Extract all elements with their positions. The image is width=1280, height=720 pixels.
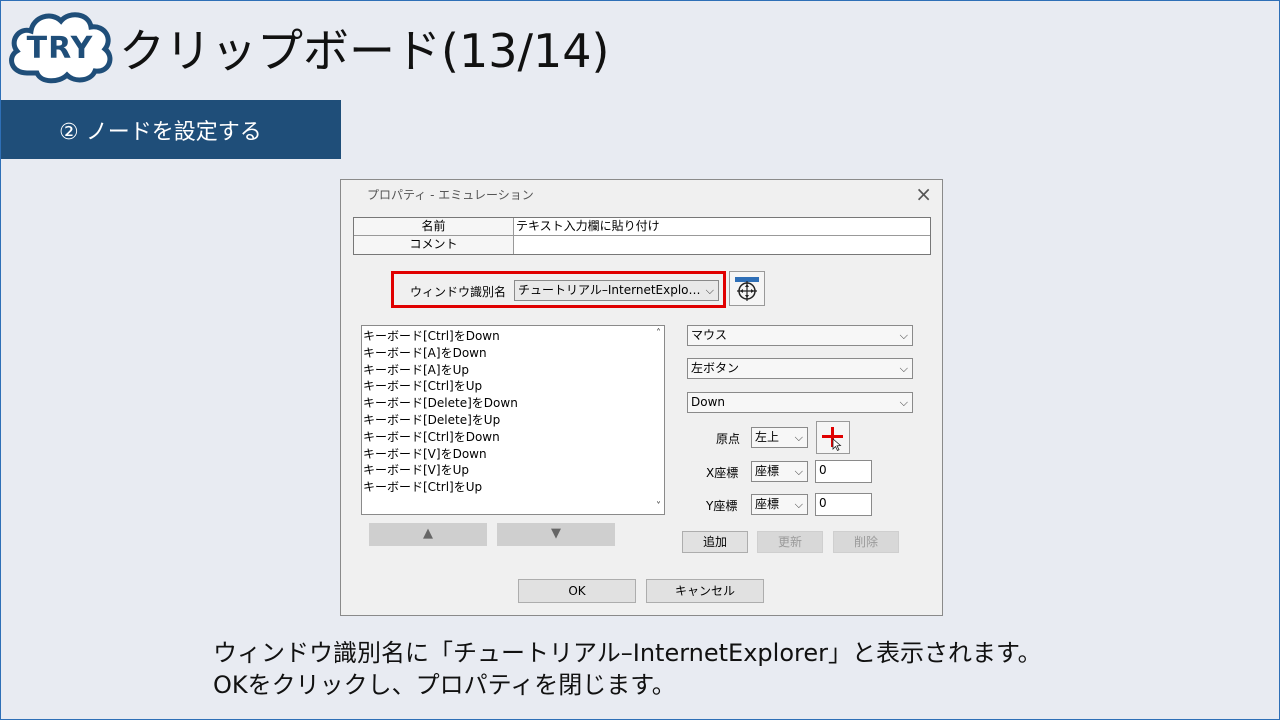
mouse-button-select[interactable]: 左ボタン ⌵: [687, 358, 913, 379]
action-list-items: キーボード[Ctrl]をDown キーボード[A]をDown キーボード[A]をUp…: [363, 328, 518, 496]
chevron-down-icon: ⌵: [899, 329, 908, 342]
name-field[interactable]: テキスト入力欄に貼り付け: [514, 218, 930, 235]
move-up-button[interactable]: ▲: [369, 523, 487, 546]
crosshair-target-icon: [735, 276, 759, 301]
mouse-button-value: 左ボタン: [691, 361, 740, 375]
y-coordinate-label: Y座標: [706, 499, 738, 513]
step-label: ② ノードを設定する: [59, 119, 262, 145]
window-identifier-select[interactable]: チュートリアル–InternetExplo… ⌵: [514, 280, 719, 301]
list-item[interactable]: キーボード[A]をDown: [363, 345, 518, 362]
event-value: Down: [691, 395, 726, 409]
window-picker-button[interactable]: [729, 271, 765, 306]
window-identifier-highlight: ウィンドウ識別名 チュートリアル–InternetExplo… ⌵: [391, 271, 726, 308]
slide-title: クリップボード(13/14): [119, 24, 610, 78]
chevron-down-icon: ⌵: [794, 431, 803, 444]
x-mode-value: 座標: [755, 464, 780, 478]
y-coordinate-input[interactable]: 0: [815, 493, 872, 516]
action-list[interactable]: キーボード[Ctrl]をDown キーボード[A]をDown キーボード[A]をUp…: [361, 325, 665, 515]
try-cloud-badge: TRY: [5, 7, 115, 87]
prop-key-name: 名前: [354, 218, 514, 235]
device-select[interactable]: マウス ⌵: [687, 325, 913, 346]
x-mode-select[interactable]: 座標 ⌵: [751, 461, 808, 482]
dialog-title: プロパティ - エミュレーション: [367, 188, 534, 202]
comment-field[interactable]: [514, 236, 930, 254]
chevron-down-icon: ⌵: [899, 396, 908, 409]
chevron-down-icon: ⌵: [794, 465, 803, 478]
origin-select[interactable]: 左上 ⌵: [751, 427, 808, 448]
list-item[interactable]: キーボード[A]をUp: [363, 362, 518, 379]
event-select[interactable]: Down ⌵: [687, 392, 913, 413]
property-dialog: プロパティ - エミュレーション × 名前 テキスト入力欄に貼り付け コメント …: [340, 179, 943, 616]
ok-button[interactable]: OK: [518, 579, 636, 603]
list-item[interactable]: キーボード[Delete]をUp: [363, 412, 518, 429]
add-button[interactable]: 追加: [682, 531, 748, 553]
chevron-down-icon: ⌵: [899, 362, 908, 375]
try-badge-label: TRY: [26, 30, 94, 66]
list-item[interactable]: キーボード[Delete]をDown: [363, 395, 518, 412]
prop-row-name: 名前 テキスト入力欄に貼り付け: [354, 218, 930, 236]
scroll-down-icon[interactable]: ˅: [656, 501, 661, 512]
cancel-button[interactable]: キャンセル: [646, 579, 764, 603]
delete-button[interactable]: 削除: [833, 531, 899, 553]
close-icon[interactable]: ×: [915, 182, 932, 206]
caption-line-2: OKをクリックし、プロパティを閉じます。: [213, 671, 676, 699]
list-item[interactable]: キーボード[Ctrl]をDown: [363, 429, 518, 446]
caption-line-1: ウィンドウ識別名に「チュートリアル–InternetExplorer」と表示され…: [213, 639, 1042, 667]
prop-key-comment: コメント: [354, 236, 514, 254]
list-item[interactable]: キーボード[Ctrl]をUp: [363, 378, 518, 395]
chevron-down-icon: ⌵: [794, 498, 803, 511]
scroll-up-icon[interactable]: ˄: [656, 328, 661, 339]
coordinate-picker-button[interactable]: [816, 421, 850, 454]
step-banner: ② ノードを設定する: [1, 100, 341, 159]
x-coordinate-input[interactable]: 0: [815, 460, 872, 483]
update-button[interactable]: 更新: [757, 531, 823, 553]
list-item[interactable]: キーボード[Ctrl]をUp: [363, 479, 518, 496]
red-crosshair-icon: [822, 427, 843, 452]
window-identifier-value: チュートリアル–InternetExplo…: [518, 283, 701, 297]
x-coordinate-label: X座標: [706, 466, 739, 480]
y-mode-select[interactable]: 座標 ⌵: [751, 494, 808, 515]
y-mode-value: 座標: [755, 497, 780, 511]
origin-label: 原点: [716, 432, 741, 446]
window-identifier-label: ウィンドウ識別名: [410, 285, 507, 299]
origin-value: 左上: [755, 430, 780, 444]
instruction-caption: ウィンドウ識別名に「チュートリアル–InternetExplorer」と表示され…: [213, 637, 1042, 701]
prop-row-comment: コメント: [354, 236, 930, 254]
list-item[interactable]: キーボード[Ctrl]をDown: [363, 328, 518, 345]
move-down-button[interactable]: ▼: [497, 523, 615, 546]
list-item[interactable]: キーボード[V]をUp: [363, 462, 518, 479]
property-table: 名前 テキスト入力欄に貼り付け コメント: [353, 217, 931, 255]
list-item[interactable]: キーボード[V]をDown: [363, 446, 518, 463]
device-value: マウス: [691, 328, 728, 342]
chevron-down-icon: ⌵: [705, 284, 714, 297]
